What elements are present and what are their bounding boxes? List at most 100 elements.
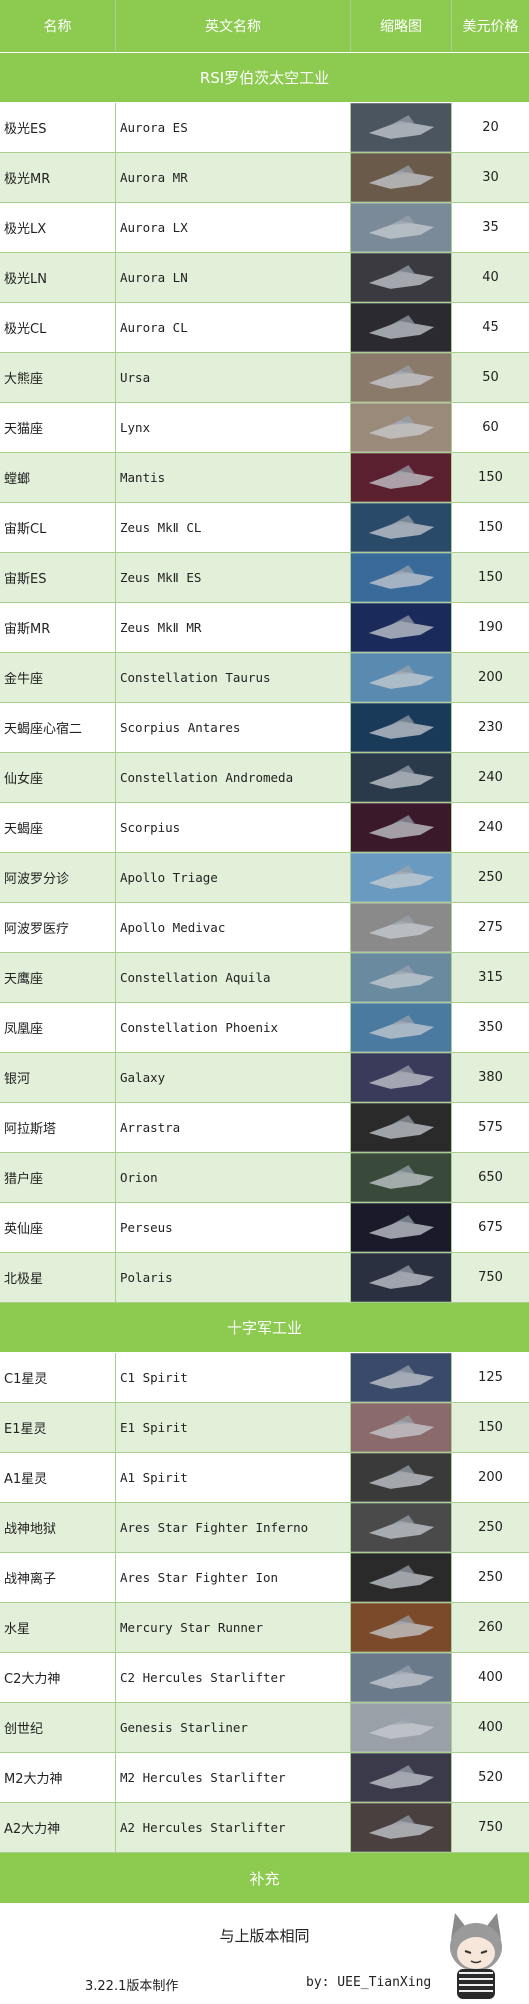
ship-image: [351, 103, 451, 152]
ship-price: 240: [478, 770, 503, 785]
ship-price: 750: [478, 1820, 503, 1835]
ship-thumbnail: [351, 1103, 452, 1152]
ship-price: 190: [478, 620, 503, 635]
ship-thumbnail: [351, 1253, 452, 1302]
ship-price: 675: [478, 1220, 503, 1235]
ship-en-name: Mercury Star Runner: [116, 1603, 351, 1652]
ship-price: 45: [482, 320, 499, 335]
ship-cn-name: 战神地狱: [0, 1503, 116, 1552]
ship-cn-name: 凤凰座: [0, 1003, 116, 1052]
table-row: M2大力神 M2 Hercules Starlifter 520: [0, 1753, 529, 1803]
header-price: 美元价格: [462, 19, 519, 35]
ship-en-name: Zeus MkⅡ ES: [116, 553, 351, 602]
ship-cn-name: 极光LX: [0, 203, 116, 252]
ship-image: [351, 1803, 451, 1852]
table-row: 阿拉斯塔 Arrastra 575: [0, 1103, 529, 1153]
ship-thumbnail: [351, 1053, 452, 1102]
ship-cn-name: M2大力神: [0, 1753, 116, 1802]
ship-en-name: Zeus MkⅡ CL: [116, 503, 351, 552]
ship-en-name: Orion: [116, 1153, 351, 1202]
ship-image: [351, 1353, 451, 1402]
ship-thumbnail: [351, 1753, 452, 1802]
ship-thumbnail: [351, 553, 452, 602]
table-row: 极光LX Aurora LX 35: [0, 203, 529, 253]
ship-cn-name: 极光ES: [0, 103, 116, 152]
ship-price: 250: [478, 870, 503, 885]
ship-price: 230: [478, 720, 503, 735]
table-row: 大熊座 Ursa 50: [0, 353, 529, 403]
ship-en-name: C2 Hercules Starlifter: [116, 1653, 351, 1702]
ship-cn-name: A1星灵: [0, 1453, 116, 1502]
ship-price: 400: [478, 1670, 503, 1685]
ship-image: [351, 1603, 451, 1652]
ship-cn-name: A2大力神: [0, 1803, 116, 1852]
ship-en-name: Arrastra: [116, 1103, 351, 1152]
ship-price: 20: [482, 120, 499, 135]
ship-en-name: Zeus MkⅡ MR: [116, 603, 351, 652]
ship-thumbnail: [351, 1153, 452, 1202]
ship-image: [351, 1453, 451, 1502]
ship-en-name: Perseus: [116, 1203, 351, 1252]
table-row: 天蝎座 Scorpius 240: [0, 803, 529, 853]
ship-en-name: Aurora MR: [116, 153, 351, 202]
ship-cn-name: 天猫座: [0, 403, 116, 452]
ship-image: [351, 1003, 451, 1052]
header-en-name: 英文名称: [116, 0, 351, 52]
ship-thumbnail: [351, 603, 452, 652]
ship-cn-name: 天鹰座: [0, 953, 116, 1002]
ship-price: 150: [478, 470, 503, 485]
ship-cn-name: 战神离子: [0, 1553, 116, 1602]
table-row: 水星 Mercury Star Runner 260: [0, 1603, 529, 1653]
ship-thumbnail: [351, 1703, 452, 1752]
ship-price: 250: [478, 1570, 503, 1585]
ship-image: [351, 1103, 451, 1152]
section-header: RSI罗伯茨太空工业: [0, 53, 529, 103]
table-row: 英仙座 Perseus 675: [0, 1203, 529, 1253]
ship-image: [351, 1203, 451, 1252]
author-text: by: UEE_TianXing: [306, 1975, 432, 1990]
ship-en-name: Mantis: [116, 453, 351, 502]
table-row: 阿波罗医疗 Apollo Medivac 275: [0, 903, 529, 953]
table-row: 天鹰座 Constellation Aquila 315: [0, 953, 529, 1003]
table-row: 战神离子 Ares Star Fighter Ion 250: [0, 1553, 529, 1603]
table-row: 宙斯ES Zeus MkⅡ ES 150: [0, 553, 529, 603]
ship-image: [351, 853, 451, 902]
ship-price: 60: [482, 420, 499, 435]
ship-thumbnail: [351, 703, 452, 752]
table-body: RSI罗伯茨太空工业 极光ES Aurora ES 20 极光MR Aurora MR 30…: [0, 53, 529, 1853]
ship-cn-name: 宙斯MR: [0, 603, 116, 652]
ship-price: 240: [478, 820, 503, 835]
ship-cn-name: 天蝎座: [0, 803, 116, 852]
header-thumb: 缩略图: [351, 0, 452, 52]
ship-cn-name: 猎户座: [0, 1153, 116, 1202]
ship-thumbnail: [351, 653, 452, 702]
supplement-body: 与上版本相同 3.22.1版本制作 by: UEE_TianXing: [0, 1903, 529, 2004]
ship-image: [351, 1553, 451, 1602]
ship-price: 350: [478, 1020, 503, 1035]
ship-price: 40: [482, 270, 499, 285]
ship-thumbnail: [351, 1203, 452, 1252]
ship-en-name: A2 Hercules Starlifter: [116, 1803, 351, 1852]
ship-price: 400: [478, 1720, 503, 1735]
ship-price: 200: [478, 670, 503, 685]
table-row: 螳螂 Mantis 150: [0, 453, 529, 503]
table-row: 凤凰座 Constellation Phoenix 350: [0, 1003, 529, 1053]
table-row: C1星灵 C1 Spirit 125: [0, 1353, 529, 1403]
price-sheet: { "header": {"name": "名称", "en_name": "英…: [0, 0, 529, 2004]
ship-cn-name: 仙女座: [0, 753, 116, 802]
ship-image: [351, 553, 451, 602]
ship-image: [351, 903, 451, 952]
ship-en-name: Aurora CL: [116, 303, 351, 352]
table-row: 北极星 Polaris 750: [0, 1253, 529, 1303]
table-row: 战神地狱 Ares Star Fighter Inferno 250: [0, 1503, 529, 1553]
ship-thumbnail: [351, 1353, 452, 1402]
ship-image: [351, 703, 451, 752]
ship-cn-name: 阿波罗医疗: [0, 903, 116, 952]
ship-price: 30: [482, 170, 499, 185]
ship-image: [351, 1753, 451, 1802]
ship-price: 260: [478, 1620, 503, 1635]
ship-thumbnail: [351, 1803, 452, 1852]
ship-cn-name: 阿拉斯塔: [0, 1103, 116, 1152]
ship-thumbnail: [351, 1003, 452, 1052]
table-row: C2大力神 C2 Hercules Starlifter 400: [0, 1653, 529, 1703]
